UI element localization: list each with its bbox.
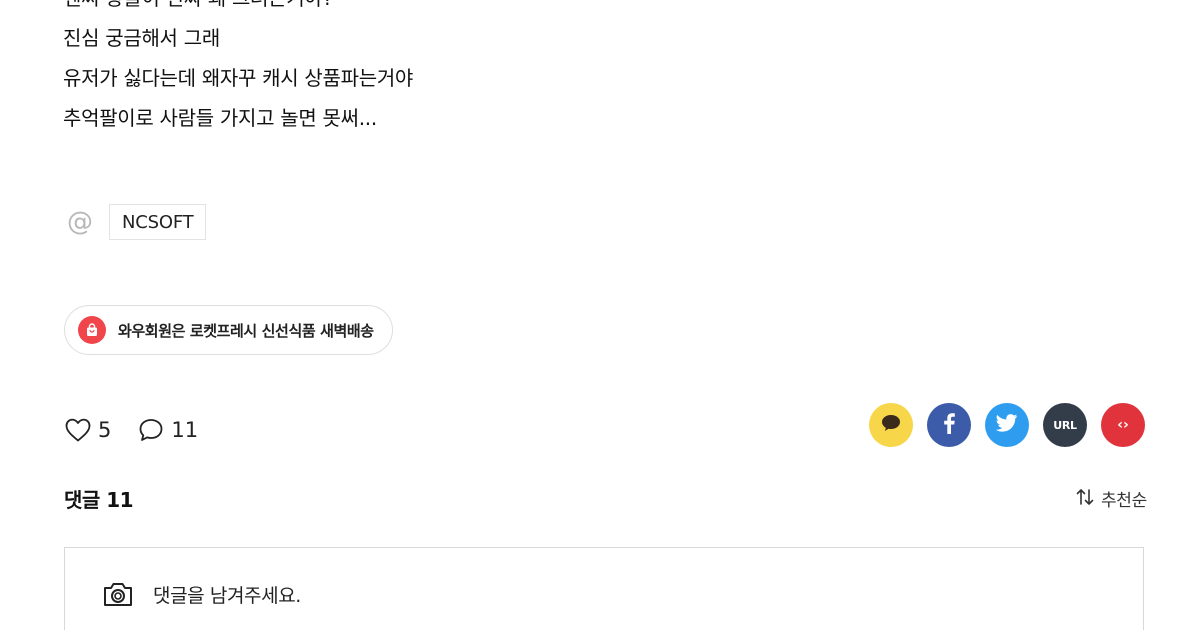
copy-url-button[interactable]: URL	[1043, 403, 1087, 447]
post-body-line: 엔씨 왕들이 진짜 왜 그러는거야?	[63, 0, 413, 18]
share-facebook-button[interactable]	[927, 403, 971, 447]
comment-count: 11	[171, 418, 199, 442]
like-button[interactable]: 5	[64, 417, 111, 443]
share-buttons: URL ‹›	[855, 403, 1145, 447]
tag-row: @ NCSOFT	[65, 204, 207, 240]
camera-icon[interactable]	[102, 580, 134, 612]
like-count: 5	[98, 418, 112, 442]
share-twitter-button[interactable]	[985, 403, 1029, 447]
sort-arrows-icon	[1075, 488, 1095, 510]
post-body: 엔씨 왕들이 진짜 왜 그러는거야? 진심 궁금해서 그래 유저가 싫다는데 왜…	[63, 0, 413, 138]
share-kakao-button[interactable]	[869, 403, 913, 447]
comment-bubble-icon	[137, 417, 165, 443]
tag-chip-ncsoft[interactable]: NCSOFT	[109, 204, 207, 240]
embed-code-button[interactable]: ‹›	[1101, 403, 1145, 447]
comments-title: 댓글 11	[64, 488, 134, 512]
comment-placeholder: 댓글을 남겨주세요.	[153, 585, 301, 607]
sort-label: 추천순	[1100, 491, 1147, 511]
facebook-icon	[942, 412, 956, 438]
shopping-bag-icon	[78, 316, 106, 344]
reaction-bar: 5 11	[64, 417, 198, 443]
comment-input-box[interactable]: 댓글을 남겨주세요.	[64, 547, 1144, 630]
post-body-line: 추억팔이로 사람들 가지고 놀면 못써...	[63, 106, 377, 130]
post-body-line: 진심 궁금해서 그래	[63, 26, 220, 50]
post-page: 엔씨 왕들이 진짜 왜 그러는거야? 진심 궁금해서 그래 유저가 싫다는데 왜…	[0, 0, 1200, 630]
post-body-line: 유저가 싫다는데 왜자꾸 캐시 상품파는거야	[63, 66, 414, 90]
promo-banner[interactable]: 와우회원은 로켓프레시 신선식품 새벽배송	[64, 305, 393, 355]
promo-label: 와우회원은 로켓프레시 신선식품 새벽배송	[118, 321, 374, 340]
sort-toggle[interactable]: 추천순	[1075, 486, 1147, 511]
comment-count-button[interactable]: 11	[137, 417, 198, 443]
heart-icon	[64, 417, 92, 443]
speech-bubble-icon	[880, 413, 902, 437]
at-icon: @	[67, 207, 93, 237]
twitter-bird-icon	[995, 414, 1018, 436]
